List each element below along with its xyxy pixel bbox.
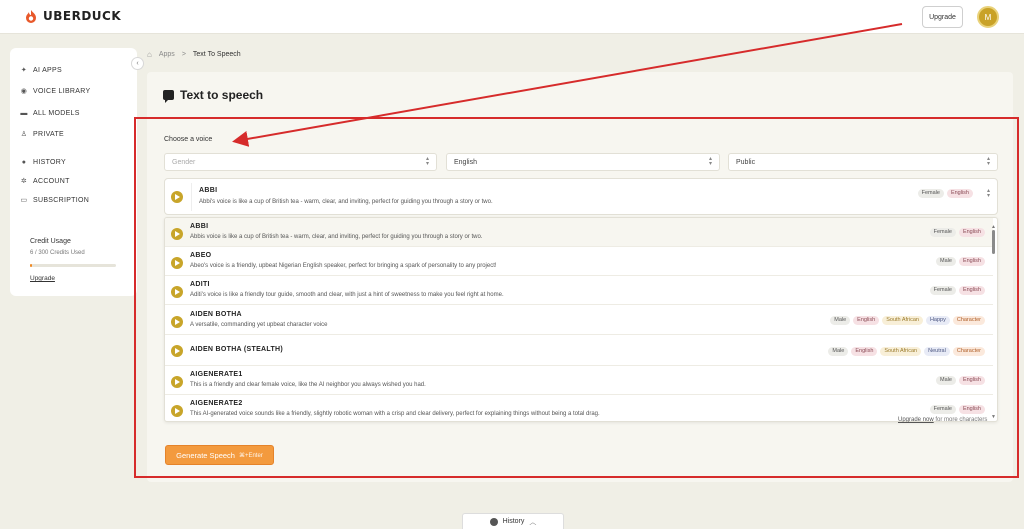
annotation-arrow [232,23,903,147]
